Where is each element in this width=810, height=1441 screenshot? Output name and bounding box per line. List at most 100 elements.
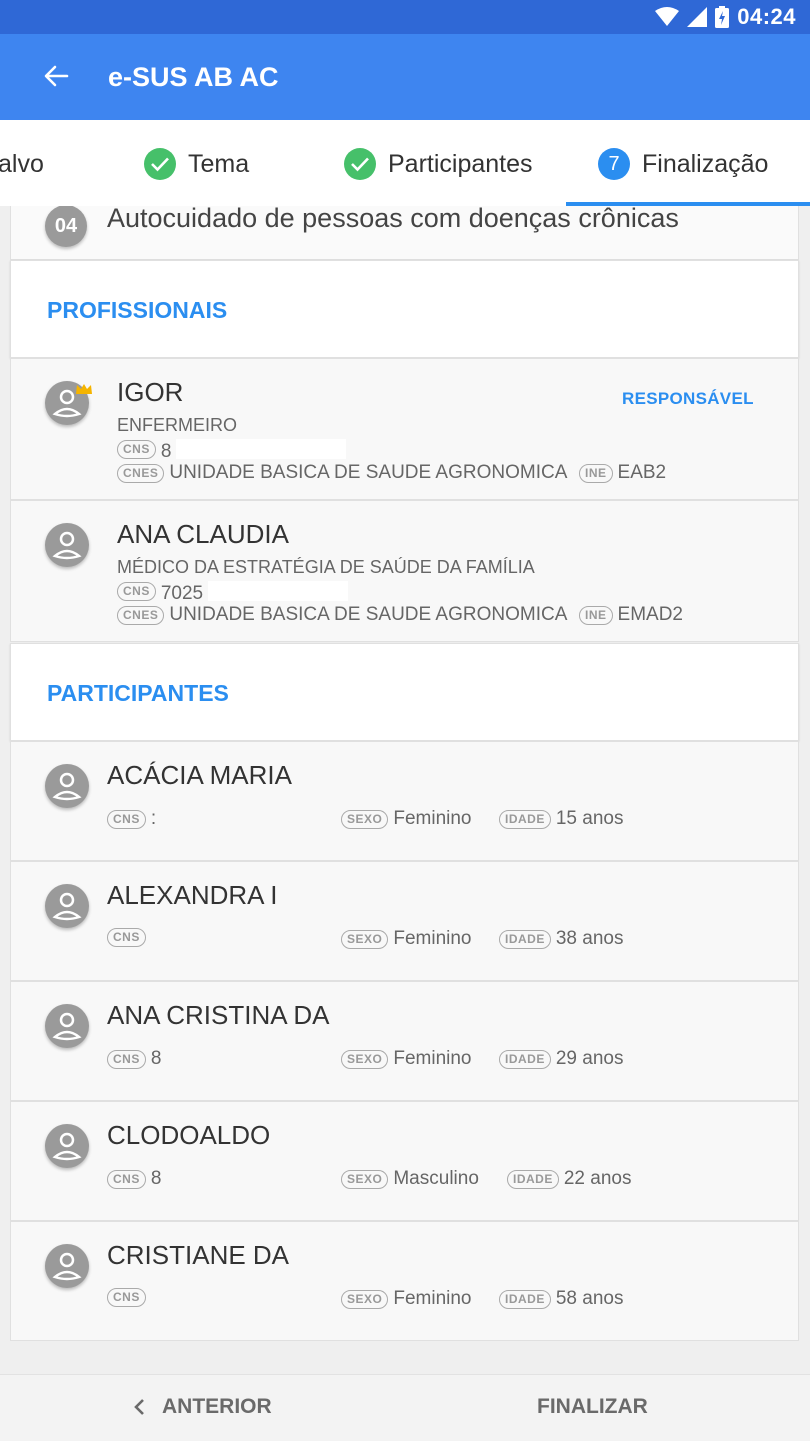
participant-name: CLODOALDO xyxy=(107,1120,271,1150)
idade-field: IDADE 22 anos xyxy=(507,1168,631,1190)
cns-badge: CNS xyxy=(117,439,156,459)
idade-value: 29 anos xyxy=(555,1048,624,1069)
ine-value: EMAD2 xyxy=(617,604,683,625)
person-icon xyxy=(45,1124,89,1168)
cns-badge: CNS xyxy=(107,1169,146,1189)
cns-badge: CNS xyxy=(107,809,146,829)
sexo-badge: SEXO xyxy=(341,1049,389,1069)
step-participantes[interactable]: Participantes xyxy=(344,146,533,182)
section-title: PARTICIPANTES xyxy=(47,680,229,706)
cns-value: : xyxy=(150,808,157,829)
participant-row[interactable]: ANA CRISTINA DA CNS 8 SEXO Feminino IDAD… xyxy=(10,981,799,1101)
sexo-field: SEXO Masculino xyxy=(341,1168,479,1190)
participant-row[interactable]: CRISTIANE DA CNS SEXO Feminino IDADE 58 … xyxy=(10,1221,799,1341)
cns-field: CNS 8 xyxy=(107,1048,161,1070)
idade-badge: IDADE xyxy=(507,1169,559,1189)
stepper: alvo Tema Participantes 7 Finalização xyxy=(0,120,810,206)
sexo-badge: SEXO xyxy=(341,929,389,949)
cnes-badge: CNES xyxy=(117,463,165,483)
cns-badge: CNS xyxy=(107,1049,146,1069)
battery-icon xyxy=(715,6,730,28)
ine-badge: INE xyxy=(579,463,613,483)
person-icon xyxy=(45,1244,89,1288)
finish-button[interactable]: FINALIZAR xyxy=(537,1395,648,1419)
profissionais-header: PROFISSIONAIS xyxy=(10,260,799,358)
responsible-badge: RESPONSÁVEL xyxy=(622,389,754,408)
idade-field: IDADE 38 anos xyxy=(499,928,623,950)
sexo-value: Feminino xyxy=(393,808,472,829)
step-label: Tema xyxy=(188,149,250,178)
ine-value: EAB2 xyxy=(617,462,667,483)
professional-role: ENFERMEIRO xyxy=(117,415,238,431)
check-icon xyxy=(344,148,376,180)
content-scroll[interactable]: 04 Autocuidado de pessoas com doenças cr… xyxy=(0,206,810,1374)
topic-text: Autocuidado de pessoas com doenças crôni… xyxy=(107,206,679,233)
cns-field: CNS 8 xyxy=(117,439,347,459)
redaction-box xyxy=(208,581,349,601)
sexo-field: SEXO Feminino xyxy=(341,1288,472,1310)
idade-field: IDADE 15 anos xyxy=(499,808,623,830)
idade-value: 38 anos xyxy=(555,928,624,949)
cns-field: CNS xyxy=(107,928,151,947)
cns-value: 8 xyxy=(150,1168,162,1189)
sexo-field: SEXO Feminino xyxy=(341,808,472,830)
cnes-field: CNES UNIDADE BASICA DE SAUDE AGRONOMICA xyxy=(117,604,567,626)
finish-label: FINALIZAR xyxy=(537,1395,648,1418)
participant-row[interactable]: CLODOALDO CNS 8 SEXO Masculino IDADE 22 … xyxy=(10,1101,799,1221)
idade-badge: IDADE xyxy=(499,809,551,829)
step-tema[interactable]: Tema xyxy=(144,146,249,182)
person-icon xyxy=(45,764,89,808)
cns-badge: CNS xyxy=(117,581,156,601)
back-arrow-icon[interactable] xyxy=(38,58,74,94)
cns-field: CNS 8 xyxy=(107,1168,161,1190)
participant-row[interactable]: ACÁCIA MARIA CNS : SEXO Feminino IDADE 1… xyxy=(10,741,799,861)
professional-name: IGOR xyxy=(117,377,184,407)
step-alvo[interactable]: alvo xyxy=(0,146,44,182)
person-icon xyxy=(45,1004,89,1048)
person-icon xyxy=(45,523,89,567)
step-finalizacao[interactable]: 7 Finalização xyxy=(598,146,768,182)
app-bar: e-SUS AB AC xyxy=(0,34,810,120)
idade-field: IDADE 58 anos xyxy=(499,1288,623,1310)
cns-value: 7025 xyxy=(160,583,204,599)
idade-value: 15 anos xyxy=(555,808,624,829)
professional-name: ANA CLAUDIA xyxy=(117,519,289,549)
idade-field: IDADE 29 anos xyxy=(499,1048,623,1070)
sexo-value: Feminino xyxy=(393,928,472,949)
chevron-left-icon xyxy=(134,1399,144,1415)
sexo-value: Feminino xyxy=(393,1288,472,1309)
participant-name: CRISTIANE DA xyxy=(107,1240,290,1270)
ine-field: INE EAB2 xyxy=(579,462,666,484)
cnes-value: UNIDADE BASICA DE SAUDE AGRONOMICA xyxy=(169,462,568,483)
participant-row[interactable]: ALEXANDRA I CNS SEXO Feminino IDADE 38 a… xyxy=(10,861,799,981)
person-icon xyxy=(45,884,89,928)
participantes-header: PARTICIPANTES xyxy=(10,643,799,741)
sexo-value: Feminino xyxy=(393,1048,472,1069)
cns-value: 8 xyxy=(150,1048,162,1069)
previous-button[interactable]: ANTERIOR xyxy=(132,1395,272,1419)
professional-row[interactable]: IGOR RESPONSÁVEL ENFERMEIRO CNS 8 CNES U… xyxy=(10,358,799,500)
cns-field: CNS 7025 xyxy=(117,581,349,601)
app-title: e-SUS AB AC xyxy=(108,62,279,92)
step-number: 7 xyxy=(598,148,630,180)
idade-value: 22 anos xyxy=(563,1168,632,1189)
participant-name: ACÁCIA MARIA xyxy=(107,760,292,790)
sexo-badge: SEXO xyxy=(341,1289,389,1309)
cns-field: CNS xyxy=(107,1288,151,1307)
participant-name: ANA CRISTINA DA xyxy=(107,1000,330,1030)
participant-name: ALEXANDRA I xyxy=(107,880,278,910)
sexo-field: SEXO Feminino xyxy=(341,928,472,950)
previous-label: ANTERIOR xyxy=(162,1395,272,1418)
cns-badge: CNS xyxy=(107,928,146,947)
status-bar: 04:24 xyxy=(0,0,810,34)
cns-field: CNS : xyxy=(107,808,156,830)
step-label: alvo xyxy=(0,149,44,178)
wifi-icon xyxy=(655,7,680,26)
idade-badge: IDADE xyxy=(499,929,551,949)
idade-badge: IDADE xyxy=(499,1049,551,1069)
sexo-field: SEXO Feminino xyxy=(341,1048,472,1070)
step-label: Participantes xyxy=(388,149,533,178)
cnes-badge: CNES xyxy=(117,605,165,625)
step-label: Finalização xyxy=(642,149,769,178)
professional-row[interactable]: ANA CLAUDIA MÉDICO DA ESTRATÉGIA DE SAÚD… xyxy=(10,500,799,642)
